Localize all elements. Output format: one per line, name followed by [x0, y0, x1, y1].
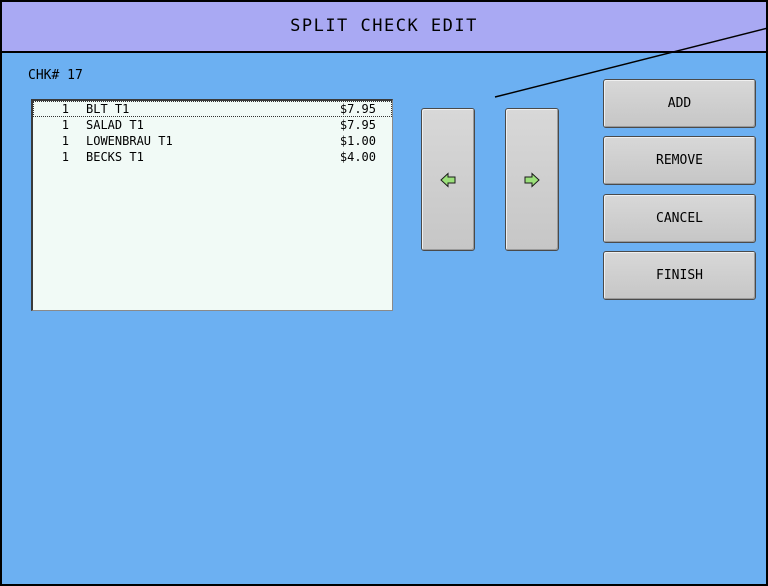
check-item-list[interactable]: 1 BLT T1 $7.95 1 SALAD T1 $7.95 1 LOWENB…	[31, 99, 393, 311]
item-quantity: 1	[61, 150, 69, 164]
item-name: SALAD T1	[86, 118, 144, 132]
item-quantity: 1	[61, 134, 69, 148]
move-right-button[interactable]	[505, 108, 559, 251]
check-number-label: CHK# 17	[28, 68, 83, 83]
item-price: $7.95	[339, 118, 376, 132]
list-item[interactable]: 1 SALAD T1 $7.95	[33, 117, 392, 133]
finish-button[interactable]: FINISH	[603, 251, 756, 300]
move-left-button[interactable]	[421, 108, 475, 251]
list-item[interactable]: 1 LOWENBRAU T1 $1.00	[33, 133, 392, 149]
item-name: BLT T1	[86, 102, 130, 116]
left-arrow-icon	[440, 171, 456, 188]
item-quantity: 1	[61, 102, 69, 116]
add-button[interactable]: ADD	[603, 79, 756, 128]
cancel-button[interactable]: CANCEL	[603, 194, 756, 243]
page-title: SPLIT CHECK EDIT	[2, 0, 766, 53]
item-price: $4.00	[339, 150, 376, 164]
item-price: $7.95	[339, 102, 376, 116]
item-quantity: 1	[61, 118, 69, 132]
remove-button[interactable]: REMOVE	[603, 136, 756, 185]
item-name: LOWENBRAU T1	[86, 134, 173, 148]
item-name: BECKS T1	[86, 150, 144, 164]
right-arrow-icon	[524, 171, 540, 188]
list-item[interactable]: 1 BECKS T1 $4.00	[33, 149, 392, 165]
list-item[interactable]: 1 BLT T1 $7.95	[33, 101, 392, 117]
split-check-screen: SPLIT CHECK EDIT CHK# 17 1 BLT T1 $7.95 …	[0, 0, 768, 586]
item-price: $1.00	[339, 134, 376, 148]
